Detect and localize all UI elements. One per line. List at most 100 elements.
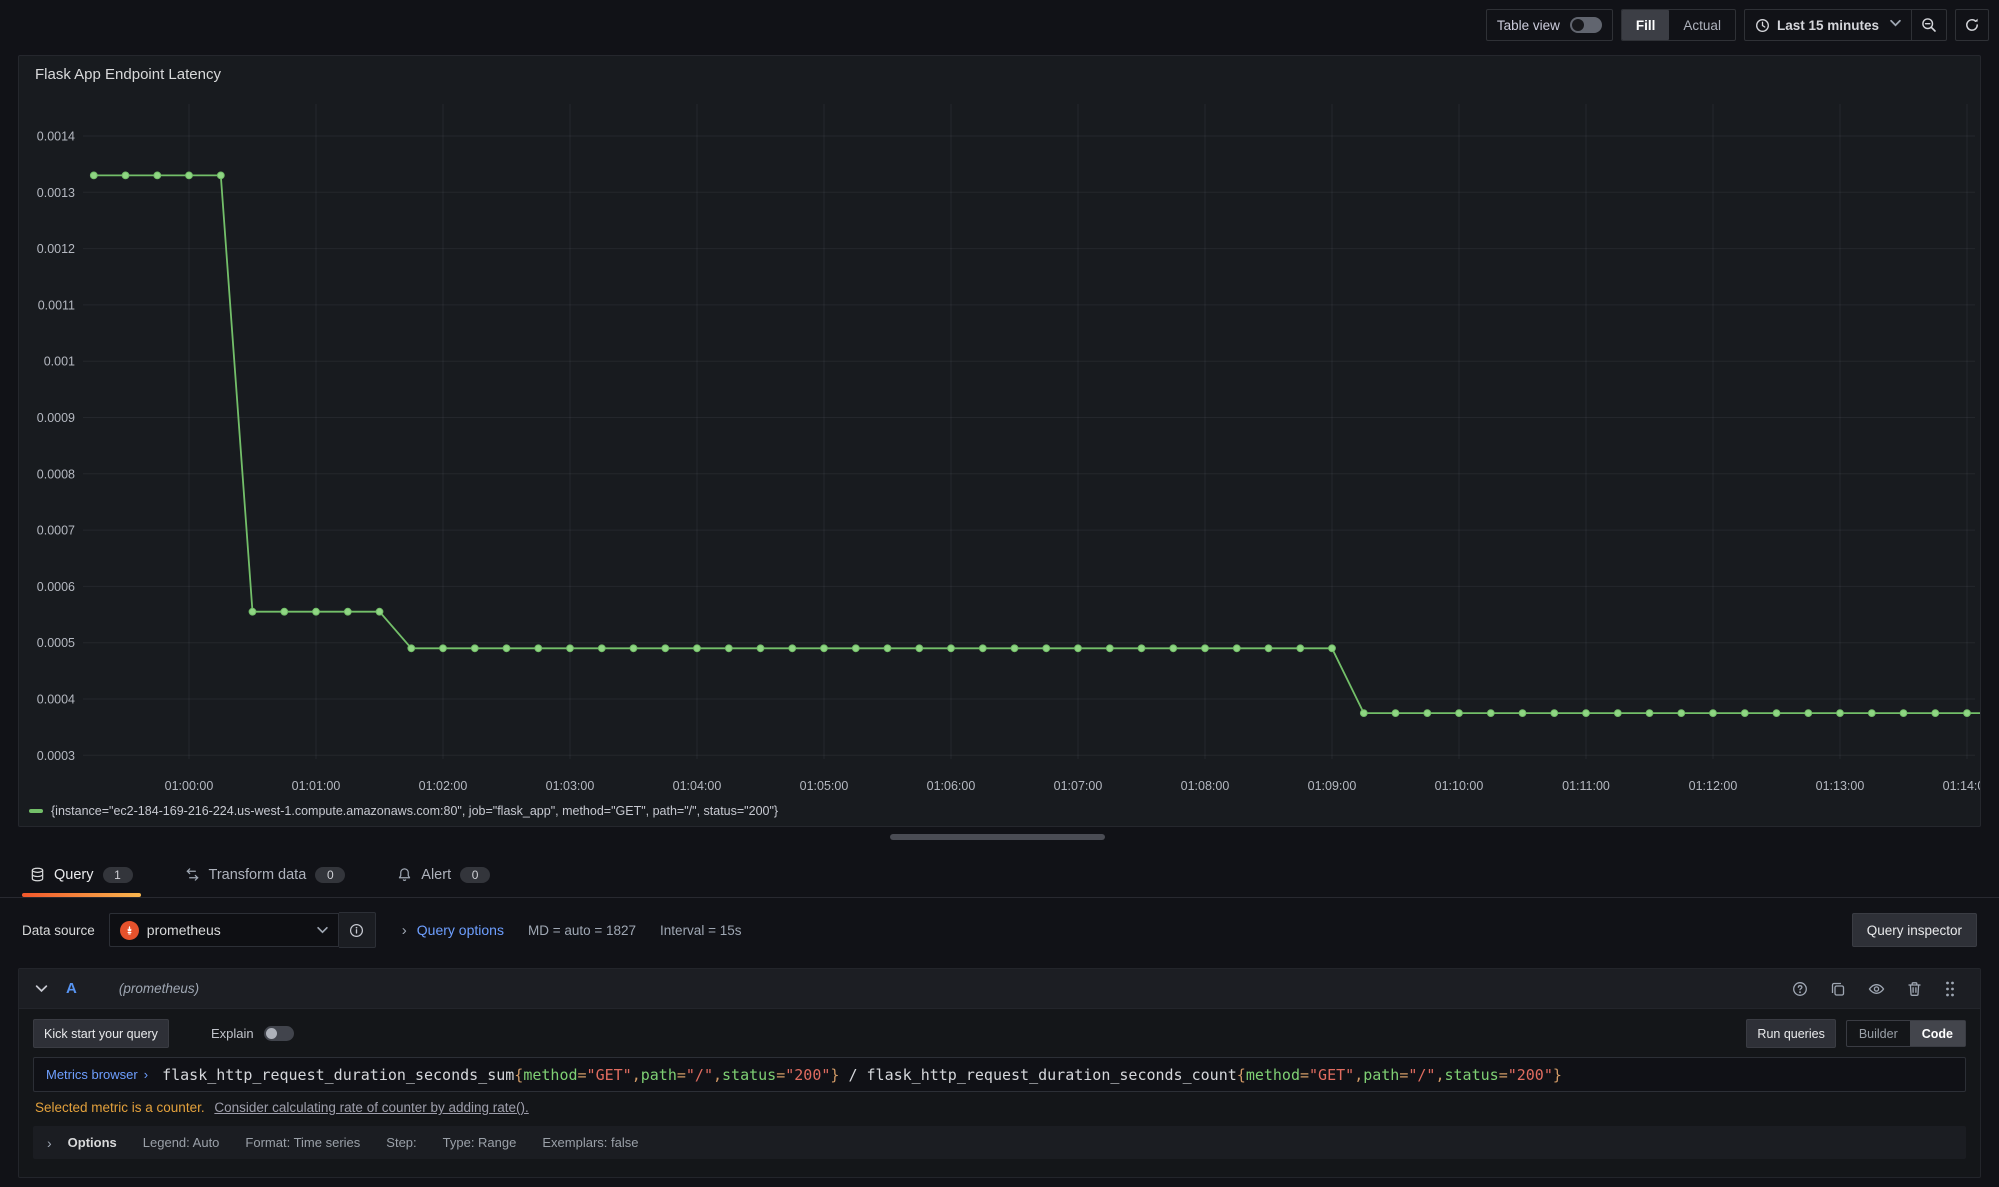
option-item: Type: Range [443,1135,517,1150]
code-button[interactable]: Code [1910,1021,1965,1046]
table-view-label: Table view [1487,18,1570,33]
promql-editor[interactable]: Metrics browser › flask_http_request_dur… [33,1057,1966,1092]
latency-chart[interactable]: 01:00:0001:01:0001:02:0001:03:0001:04:00… [19,56,1980,796]
explain-control: Explain [211,1026,294,1041]
trash-icon[interactable] [1907,981,1922,997]
options-summary: Legend: AutoFormat: Time seriesStep:Type… [143,1135,639,1150]
chevron-right-icon: › [402,922,407,939]
prometheus-icon [120,921,139,940]
svg-text:0.0005: 0.0005 [37,636,75,650]
drag-handle-icon[interactable] [1944,980,1956,998]
svg-text:01:08:00: 01:08:00 [1181,779,1230,793]
datasource-info-button[interactable] [339,912,376,948]
svg-text:01:12:00: 01:12:00 [1689,779,1738,793]
svg-text:01:11:00: 01:11:00 [1562,779,1610,793]
datasource-row: Data source prometheus › Query options M… [0,910,1999,950]
builder-code-segment: Builder Code [1846,1020,1966,1047]
warning-text: Selected metric is a counter. [35,1100,205,1115]
chevron-right-icon: › [144,1067,148,1082]
timeseries-panel: Flask App Endpoint Latency 01:00:0001:01… [18,55,1981,827]
query-datasource-hint: (prometheus) [119,981,199,996]
svg-text:01:13:00: 01:13:00 [1816,779,1865,793]
chevron-down-icon [1890,18,1901,30]
actual-button[interactable]: Actual [1669,10,1735,40]
explain-toggle[interactable] [264,1026,294,1041]
clock-icon [1755,18,1770,33]
query-options-summary: › Query options MD = auto = 1827 Interva… [402,922,742,939]
duplicate-icon[interactable] [1830,981,1846,997]
tab-transform-badge: 0 [315,867,345,883]
promql-query-text[interactable]: flask_http_request_duration_seconds_sum{… [162,1066,1562,1084]
svg-text:0.0011: 0.0011 [38,298,75,312]
refresh-button[interactable] [1955,9,1989,41]
bell-icon [397,867,412,882]
svg-text:0.0013: 0.0013 [37,186,75,200]
chevron-down-icon [317,926,328,934]
svg-text:0.0014: 0.0014 [37,130,75,144]
time-range-button[interactable]: Last 15 minutes [1745,10,1911,40]
chart-area: 01:00:0001:01:0001:02:0001:03:0001:04:00… [19,56,1980,796]
query-actions-row: Kick start your query Explain Run querie… [33,1019,1966,1048]
tab-query-badge: 1 [103,867,133,883]
query-ref-id: A [66,980,77,997]
datasource-selected-value: prometheus [147,922,309,938]
metrics-browser-label: Metrics browser [46,1067,138,1082]
fill-button[interactable]: Fill [1622,10,1670,40]
zoom-out-button[interactable] [1911,10,1946,40]
panel-toolbar: Table view Fill Actual Last 15 minutes [0,0,1999,50]
tab-query-label: Query [54,867,94,883]
query-editor-row: A (prometheus) [18,968,1981,1178]
query-row-actions [1792,980,1964,998]
option-item: Step: [386,1135,416,1150]
option-item: Format: Time series [245,1135,360,1150]
options-label: Options [68,1135,117,1150]
svg-text:0.0004: 0.0004 [37,693,75,707]
svg-text:0.0009: 0.0009 [37,411,75,425]
tab-alert-badge: 0 [460,867,490,883]
eye-icon[interactable] [1868,981,1885,997]
query-options-bar[interactable]: › Options Legend: AutoFormat: Time serie… [33,1126,1966,1159]
toggle-knob [266,1028,277,1039]
refresh-icon [1964,17,1980,33]
warning-hint-link[interactable]: Consider calculating rate of counter by … [214,1100,528,1115]
svg-text:0.0008: 0.0008 [37,467,75,481]
grafana-panel-edit: Table view Fill Actual Last 15 minutes [0,0,1999,1187]
query-options-link[interactable]: Query options [417,922,504,938]
table-view-group: Table view [1486,9,1613,41]
kick-start-query-button[interactable]: Kick start your query [33,1019,169,1048]
tab-alert-label: Alert [421,867,451,883]
tab-transform-data[interactable]: Transform data 0 [185,852,346,897]
toggle-knob [1572,19,1584,31]
database-icon [30,867,45,882]
svg-text:0.0012: 0.0012 [37,242,75,256]
svg-text:0.0007: 0.0007 [37,524,75,538]
svg-text:01:05:00: 01:05:00 [800,779,849,793]
zoom-out-icon [1921,17,1937,33]
tab-query[interactable]: Query 1 [30,852,133,897]
datasource-select[interactable]: prometheus [109,913,339,947]
svg-text:01:00:00: 01:00:00 [165,779,214,793]
editor-tabbar: Query 1 Transform data 0 Alert 0 [0,852,1999,898]
svg-text:0.0003: 0.0003 [37,749,75,763]
series-label[interactable]: {instance="ec2-184-169-216-224.us-west-1… [51,804,778,818]
tab-transform-label: Transform data [209,867,307,883]
pane-resize-handle[interactable] [890,834,1105,840]
metrics-browser-button[interactable]: Metrics browser › [34,1058,162,1091]
interval-text: Interval = 15s [660,923,741,938]
table-view-toggle[interactable] [1570,17,1602,33]
query-inspector-button[interactable]: Query inspector [1852,913,1977,947]
tab-alert[interactable]: Alert 0 [397,852,490,897]
svg-text:01:07:00: 01:07:00 [1054,779,1103,793]
svg-text:01:03:00: 01:03:00 [546,779,595,793]
query-row-header[interactable]: A (prometheus) [19,969,1980,1009]
chevron-down-icon[interactable] [35,984,48,993]
help-circle-icon[interactable] [1792,981,1808,997]
svg-text:01:09:00: 01:09:00 [1308,779,1357,793]
run-queries-button[interactable]: Run queries [1746,1019,1835,1048]
series-color-marker [29,809,43,813]
query-row-body: Kick start your query Explain Run querie… [19,1009,1980,1169]
builder-button[interactable]: Builder [1847,1021,1910,1046]
svg-text:01:02:00: 01:02:00 [419,779,468,793]
time-range-label: Last 15 minutes [1777,18,1879,33]
transform-icon [185,867,200,882]
